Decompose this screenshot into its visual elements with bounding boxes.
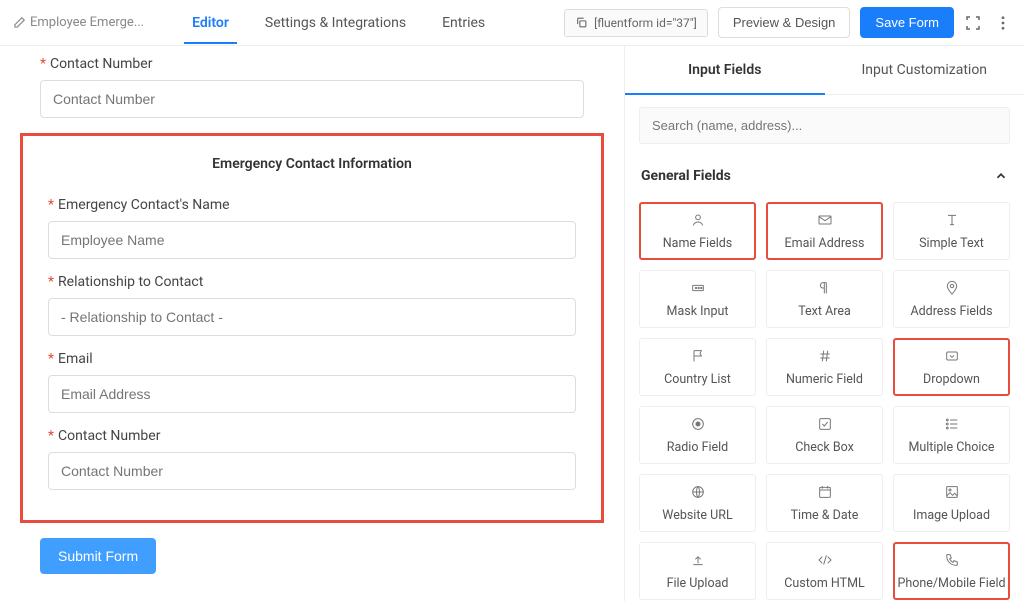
field-relationship[interactable]: *Relationship to Contact bbox=[28, 274, 596, 336]
copy-icon bbox=[575, 16, 588, 29]
field-tile-label: Mask Input bbox=[667, 304, 729, 319]
field-tile-custom-html[interactable]: Custom HTML bbox=[766, 542, 883, 600]
contact-number-input[interactable] bbox=[40, 80, 584, 118]
preview-button[interactable]: Preview & Design bbox=[718, 7, 851, 38]
field-email[interactable]: *Email bbox=[28, 351, 596, 413]
text-icon bbox=[944, 212, 960, 232]
field-tile-label: Dropdown bbox=[923, 372, 980, 387]
field-tile-label: Country List bbox=[664, 372, 731, 387]
cal-icon bbox=[817, 484, 833, 504]
field-tile-check-box[interactable]: Check Box bbox=[766, 406, 883, 464]
phone-icon bbox=[944, 552, 960, 572]
breadcrumb-text: Employee Emerge... bbox=[30, 15, 144, 30]
field-tile-multiple-choice[interactable]: Multiple Choice bbox=[893, 406, 1010, 464]
field-tile-label: File Upload bbox=[667, 576, 729, 591]
save-button[interactable]: Save Form bbox=[860, 7, 954, 38]
sidebar-tabs: Input Fields Input Customization bbox=[625, 46, 1024, 95]
user-icon bbox=[690, 212, 706, 232]
tab-input-customization[interactable]: Input Customization bbox=[825, 46, 1024, 94]
list-icon bbox=[944, 416, 960, 436]
section-title: Emergency Contact Information bbox=[28, 156, 596, 172]
field-contact-number-2[interactable]: *Contact Number bbox=[28, 428, 596, 490]
field-tile-label: Custom HTML bbox=[784, 576, 864, 591]
field-tile-label: Radio Field bbox=[667, 440, 729, 455]
field-tile-label: Numeric Field bbox=[786, 372, 863, 387]
field-label: *Contact Number bbox=[40, 56, 584, 72]
para-icon bbox=[817, 280, 833, 300]
field-tile-label: Email Address bbox=[785, 236, 865, 251]
mask-icon bbox=[690, 280, 706, 300]
field-tile-time-date[interactable]: Time & Date bbox=[766, 474, 883, 532]
accordion-general-fields[interactable]: General Fields bbox=[625, 156, 1024, 196]
field-contact-number[interactable]: *Contact Number bbox=[20, 56, 604, 118]
breadcrumb[interactable]: Employee Emerge... bbox=[12, 15, 144, 30]
field-tile-image-upload[interactable]: Image Upload bbox=[893, 474, 1010, 532]
field-tile-label: Time & Date bbox=[791, 508, 859, 523]
field-tile-website-url[interactable]: Website URL bbox=[639, 474, 756, 532]
tab-input-fields[interactable]: Input Fields bbox=[625, 46, 825, 94]
mail-icon bbox=[817, 212, 833, 232]
flag-icon bbox=[690, 348, 706, 368]
field-label: *Emergency Contact's Name bbox=[48, 197, 576, 213]
edit-icon bbox=[12, 16, 26, 30]
shortcode-text: [fluentform id="37"] bbox=[594, 16, 697, 30]
search-input[interactable] bbox=[639, 107, 1010, 144]
field-tile-dropdown[interactable]: Dropdown bbox=[893, 338, 1010, 396]
main-tabs: Editor Settings & Integrations Entries bbox=[174, 2, 503, 44]
field-tile-label: Check Box bbox=[795, 440, 854, 455]
sidebar: Input Fields Input Customization General… bbox=[624, 46, 1024, 601]
pin-icon bbox=[944, 280, 960, 300]
editor-panel: *Contact Number Emergency Contact Inform… bbox=[0, 46, 624, 601]
field-tile-phone-mobile-field[interactable]: Phone/Mobile Field bbox=[893, 542, 1010, 600]
tab-entries[interactable]: Entries bbox=[424, 2, 503, 44]
field-emergency-name[interactable]: *Emergency Contact's Name bbox=[28, 197, 596, 259]
chevron-up-icon bbox=[994, 169, 1008, 183]
field-tile-country-list[interactable]: Country List bbox=[639, 338, 756, 396]
email-input[interactable] bbox=[48, 375, 576, 413]
field-tile-name-fields[interactable]: Name Fields bbox=[639, 202, 756, 260]
field-tile-label: Text Area bbox=[798, 304, 851, 319]
field-tile-label: Address Fields bbox=[910, 304, 992, 319]
code-icon bbox=[817, 552, 833, 572]
field-tile-label: Multiple Choice bbox=[908, 440, 994, 455]
field-tile-file-upload[interactable]: File Upload bbox=[639, 542, 756, 600]
field-tile-email-address[interactable]: Email Address bbox=[766, 202, 883, 260]
tab-editor[interactable]: Editor bbox=[174, 2, 247, 44]
emergency-name-input[interactable] bbox=[48, 221, 576, 259]
more-icon[interactable] bbox=[994, 14, 1012, 32]
field-tile-address-fields[interactable]: Address Fields bbox=[893, 270, 1010, 328]
top-bar: Employee Emerge... Editor Settings & Int… bbox=[0, 0, 1024, 46]
field-grid: Name Fields Email Address Simple Text Mask … bbox=[625, 196, 1024, 601]
hash-icon bbox=[817, 348, 833, 368]
url-icon bbox=[690, 484, 706, 504]
section-emergency-contact[interactable]: Emergency Contact Information *Emergency… bbox=[20, 133, 604, 523]
field-tile-label: Website URL bbox=[662, 508, 732, 523]
accordion-title: General Fields bbox=[641, 168, 731, 184]
field-label: *Relationship to Contact bbox=[48, 274, 576, 290]
contact-number-input-2[interactable] bbox=[48, 452, 576, 490]
field-tile-simple-text[interactable]: Simple Text bbox=[893, 202, 1010, 260]
radio-icon bbox=[690, 416, 706, 436]
field-tile-label: Simple Text bbox=[919, 236, 984, 251]
field-tile-label: Image Upload bbox=[913, 508, 990, 523]
field-tile-label: Phone/Mobile Field bbox=[897, 576, 1005, 591]
fullscreen-icon[interactable] bbox=[964, 14, 982, 32]
relationship-select[interactable] bbox=[48, 298, 576, 336]
file-icon bbox=[690, 552, 706, 572]
shortcode-box[interactable]: [fluentform id="37"] bbox=[564, 9, 708, 37]
submit-button[interactable]: Submit Form bbox=[40, 538, 156, 574]
field-label: *Email bbox=[48, 351, 576, 367]
field-label: *Contact Number bbox=[48, 428, 576, 444]
field-tile-text-area[interactable]: Text Area bbox=[766, 270, 883, 328]
field-tile-numeric-field[interactable]: Numeric Field bbox=[766, 338, 883, 396]
tab-settings[interactable]: Settings & Integrations bbox=[247, 2, 424, 44]
drop-icon bbox=[944, 348, 960, 368]
check-icon bbox=[817, 416, 833, 436]
field-tile-mask-input[interactable]: Mask Input bbox=[639, 270, 756, 328]
field-tile-label: Name Fields bbox=[663, 236, 733, 251]
img-icon bbox=[944, 484, 960, 504]
field-tile-radio-field[interactable]: Radio Field bbox=[639, 406, 756, 464]
